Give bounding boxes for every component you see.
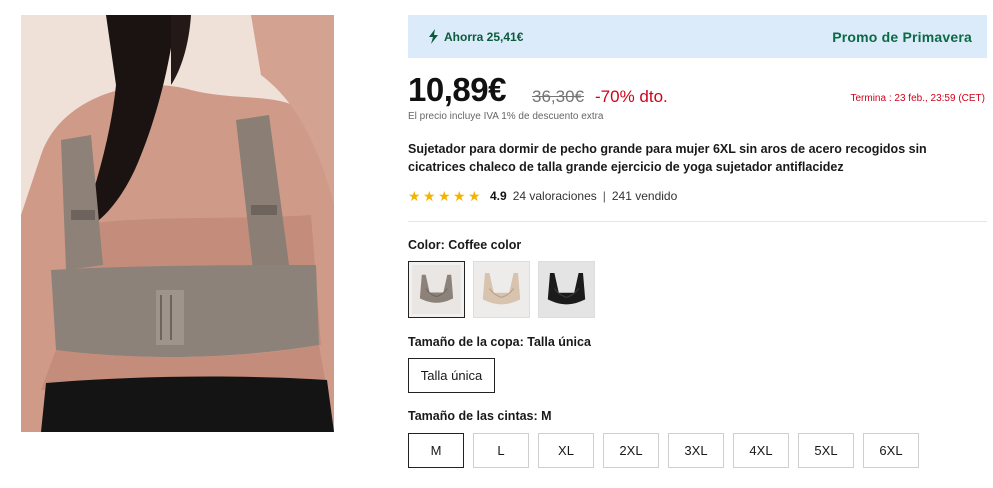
original-price: 36,30€ xyxy=(532,87,584,106)
bra-thumbnail-coffee xyxy=(412,265,461,314)
star-icon: ★ xyxy=(423,188,436,204)
rating-stars: ★ ★ ★ ★ ★ xyxy=(408,189,482,203)
promo-deadline: Termina : 23 feb., 23:59 (CET) xyxy=(850,93,985,104)
star-icon: ★ xyxy=(408,188,421,204)
band-option-3xl[interactable]: 3XL xyxy=(668,433,724,468)
band-size-options: M L XL 2XL 3XL 4XL 5XL 6XL xyxy=(408,433,919,468)
star-icon: ★ xyxy=(468,188,481,204)
current-price: 10,89€ xyxy=(408,71,506,108)
savings-text: Ahorra 25,41€ xyxy=(444,29,524,44)
band-option-l[interactable]: L xyxy=(473,433,529,468)
lightning-icon xyxy=(429,29,438,44)
band-option-5xl[interactable]: 5XL xyxy=(798,433,854,468)
rating-row[interactable]: ★ ★ ★ ★ ★ 4.9 24 valoraciones | 241 vend… xyxy=(408,189,677,203)
cup-option-talla-unica[interactable]: Talla única xyxy=(408,358,495,393)
band-option-6xl[interactable]: 6XL xyxy=(863,433,919,468)
star-icon: ★ xyxy=(438,188,451,204)
product-photo-image xyxy=(21,15,334,432)
divider xyxy=(408,221,987,222)
band-option-xl[interactable]: XL xyxy=(538,433,594,468)
campaign-name: Promo de Primavera xyxy=(832,28,972,45)
color-swatch-beige[interactable] xyxy=(473,261,530,318)
color-swatches xyxy=(408,261,595,318)
product-title: Sujetador para dormir de pecho grande pa… xyxy=(408,142,927,174)
sold-count: 241 vendido xyxy=(611,189,678,203)
promo-banner: Ahorra 25,41€ Promo de Primavera xyxy=(408,15,987,58)
color-label: Color: Coffee color xyxy=(408,238,522,252)
tax-note: El precio incluye IVA 1% de descuento ex… xyxy=(408,111,604,122)
review-count[interactable]: 24 valoraciones xyxy=(513,189,597,203)
band-option-4xl[interactable]: 4XL xyxy=(733,433,789,468)
price-row: 10,89€ 36,30€ -70% dto. Termina : 23 feb… xyxy=(408,70,987,110)
rating-separator: | xyxy=(602,189,606,203)
band-option-m[interactable]: M xyxy=(408,433,464,468)
bra-thumbnail-beige xyxy=(474,262,529,317)
cup-size-label: Tamaño de la copa: Talla única xyxy=(408,335,591,349)
star-icon: ★ xyxy=(453,188,466,204)
savings-badge: Ahorra 25,41€ xyxy=(428,29,523,44)
band-size-label: Tamaño de las cintas: M xyxy=(408,409,552,423)
color-swatch-black[interactable] xyxy=(538,261,595,318)
product-photo[interactable] xyxy=(21,15,334,432)
band-option-2xl[interactable]: 2XL xyxy=(603,433,659,468)
bra-thumbnail-black xyxy=(539,262,594,317)
discount-label: -70% dto. xyxy=(595,87,668,106)
rating-score: 4.9 xyxy=(490,189,507,203)
color-swatch-coffee[interactable] xyxy=(408,261,465,318)
